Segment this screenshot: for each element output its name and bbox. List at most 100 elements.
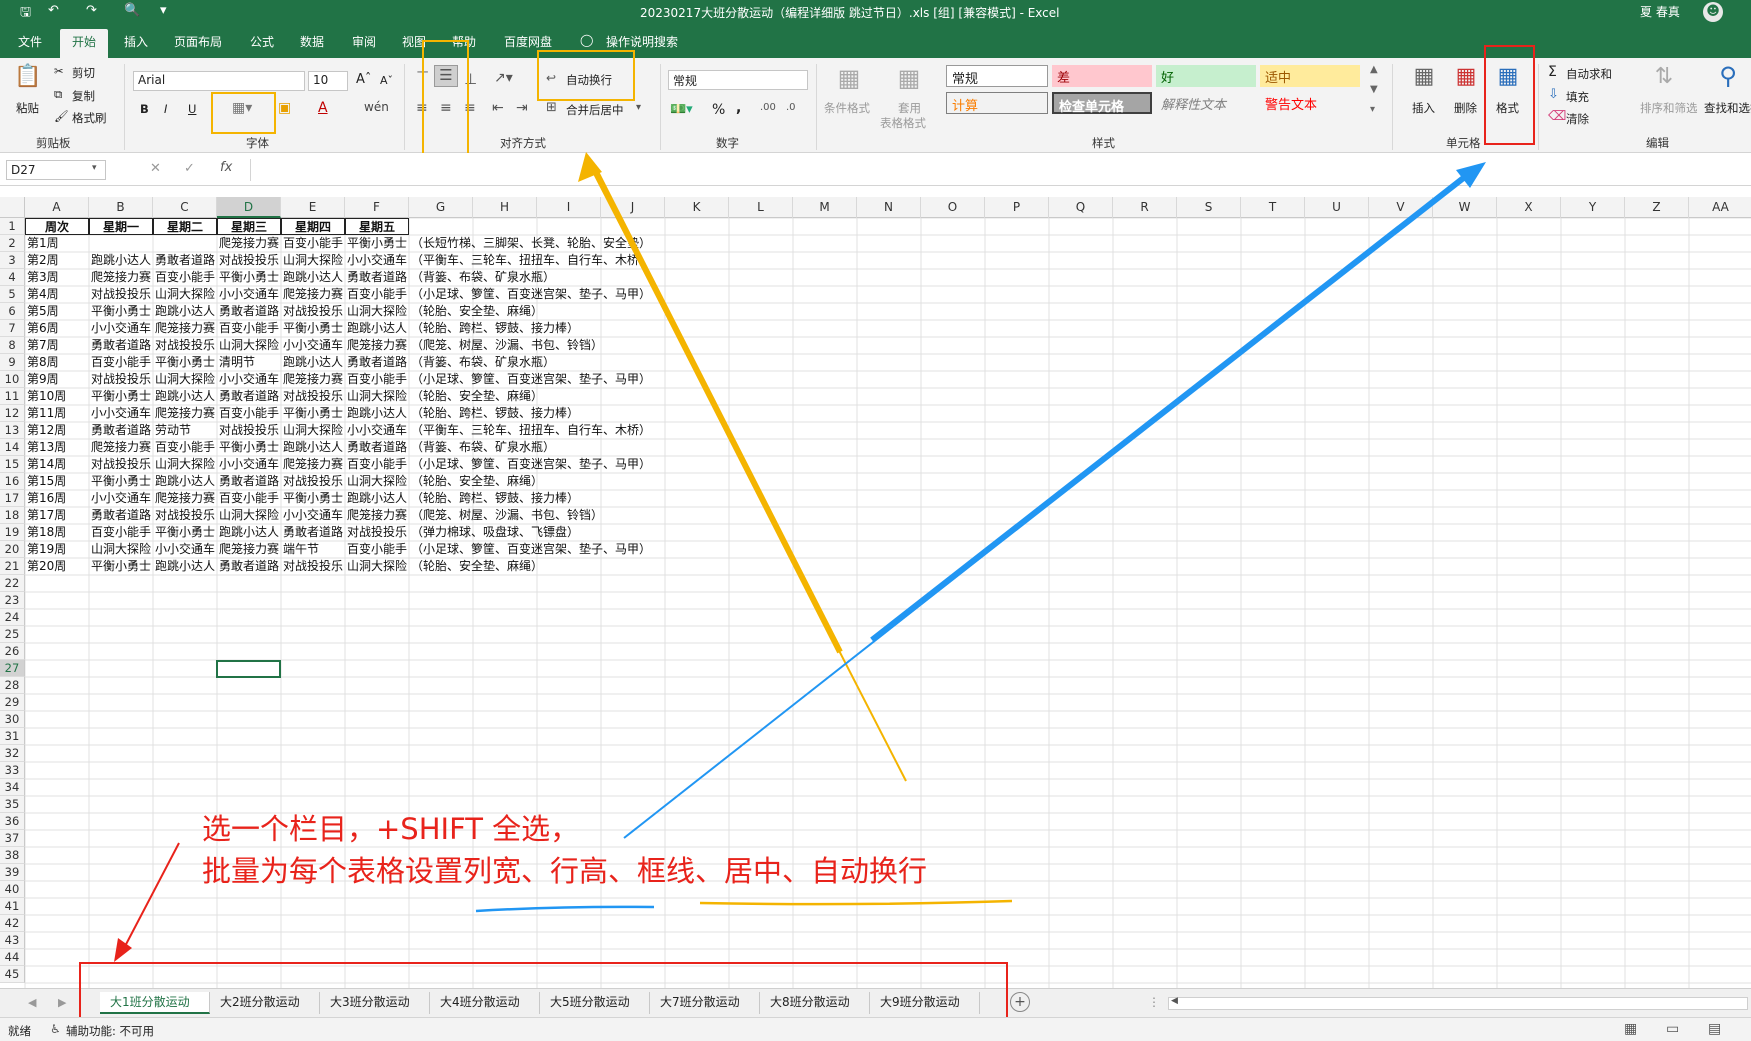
table-cell[interactable]: 小小交通车	[217, 286, 281, 303]
tab-view[interactable]: 视图	[402, 33, 426, 50]
table-cell[interactable]: 跑跳小达人	[281, 269, 345, 286]
customize-qat-icon[interactable]: ▾	[160, 3, 167, 21]
table-cell[interactable]: （爬笼、树屋、沙漏、书包、铃铛）	[409, 337, 809, 354]
style-neutral[interactable]: 适中	[1260, 65, 1360, 87]
table-cell[interactable]: 小小交通车	[89, 405, 153, 422]
table-cell[interactable]: 平衡小勇士	[281, 490, 345, 507]
align-center-icon[interactable]: ≡	[440, 100, 452, 116]
table-cell[interactable]: 爬笼接力赛	[345, 337, 409, 354]
table-cell[interactable]: （轮胎、跨栏、锣鼓、接力棒）	[409, 320, 809, 337]
conditional-format-button[interactable]: 条件格式	[824, 100, 870, 116]
table-cell[interactable]: 平衡小勇士	[89, 558, 153, 575]
row-header[interactable]: 11	[0, 388, 25, 405]
table-cell[interactable]: 第2周	[25, 252, 89, 269]
tab-formulas[interactable]: 公式	[250, 33, 274, 50]
table-cell[interactable]: （轮胎、安全垫、麻绳）	[409, 388, 809, 405]
user-name[interactable]: 夏 春真	[1640, 3, 1680, 20]
table-cell[interactable]: 对战投投乐	[89, 286, 153, 303]
table-cell[interactable]: 第20周	[25, 558, 89, 575]
sheet-tab[interactable]: 大5班分散运动	[540, 992, 650, 1014]
table-cell[interactable]: 山洞大探险	[153, 371, 217, 388]
table-cell[interactable]: （背篓、布袋、矿泉水瓶）	[409, 354, 809, 371]
align-right-icon[interactable]: ≡	[464, 100, 476, 116]
borders-icon[interactable]: ▦▾	[232, 100, 252, 116]
table-cell[interactable]: 爬笼接力赛	[281, 371, 345, 388]
table-cell[interactable]: （轮胎、安全垫、麻绳）	[409, 558, 809, 575]
row-header[interactable]: 23	[0, 592, 25, 609]
header-cell[interactable]: 星期二	[153, 218, 217, 235]
table-cell[interactable]: 平衡小勇士	[153, 354, 217, 371]
table-cell[interactable]: 第16周	[25, 490, 89, 507]
style-warning[interactable]: 警告文本	[1260, 92, 1360, 114]
table-cell[interactable]: 平衡小勇士	[89, 473, 153, 490]
table-cell[interactable]: 跑跳小达人	[153, 473, 217, 490]
column-header-n[interactable]: N	[857, 197, 921, 218]
format-painter-icon[interactable]: 🖌	[54, 109, 69, 123]
table-cell[interactable]: 第9周	[25, 371, 89, 388]
row-header[interactable]: 27	[0, 660, 25, 677]
tab-page-layout[interactable]: 页面布局	[174, 33, 222, 50]
column-header-k[interactable]: K	[665, 197, 729, 218]
table-cell[interactable]: 百变小能手	[345, 541, 409, 558]
row-header[interactable]: 4	[0, 269, 25, 286]
delete-cells-icon[interactable]: ▦	[1452, 64, 1480, 89]
insert-function-button[interactable]: fx	[220, 160, 232, 175]
fill-color-icon[interactable]: ▣	[278, 100, 291, 116]
wrap-text-icon[interactable]: ↩	[546, 71, 556, 85]
table-cell[interactable]: 平衡小勇士	[89, 388, 153, 405]
row-header[interactable]: 45	[0, 966, 25, 983]
row-header[interactable]: 26	[0, 643, 25, 660]
styles-scroll-up-icon[interactable]: ▲	[1370, 64, 1378, 75]
table-cell[interactable]: 第4周	[25, 286, 89, 303]
column-header-m[interactable]: M	[793, 197, 857, 218]
table-cell[interactable]: 跑跳小达人	[345, 490, 409, 507]
table-cell[interactable]: 平衡小勇士	[89, 303, 153, 320]
find-select-button[interactable]: 查找和选择	[1704, 100, 1751, 116]
format-as-table-button-line2[interactable]: 表格格式	[880, 115, 926, 131]
column-header-i[interactable]: I	[537, 197, 601, 218]
tab-baidu-netdisk[interactable]: 百度网盘	[504, 33, 552, 50]
name-box[interactable]: D27	[6, 160, 106, 180]
table-cell[interactable]: （小足球、箩筐、百变迷宫架、垫子、马甲）	[409, 371, 809, 388]
table-cell[interactable]: 山洞大探险	[345, 558, 409, 575]
merge-dropdown-icon[interactable]: ▾	[636, 102, 641, 113]
column-header-d[interactable]: D	[217, 197, 281, 218]
table-cell[interactable]: 跑跳小达人	[345, 405, 409, 422]
sheet-tab[interactable]: 大9班分散运动	[870, 992, 980, 1014]
styles-scroll-down-icon[interactable]: ▼	[1370, 84, 1378, 95]
table-cell[interactable]: 小小交通车	[153, 541, 217, 558]
merge-center-button[interactable]: 合并后居中	[566, 102, 624, 118]
enter-icon[interactable]: ✓	[184, 161, 195, 176]
increase-decimal-icon[interactable]: .00	[760, 102, 776, 113]
decrease-indent-icon[interactable]: ⇤	[492, 100, 504, 116]
shrink-font-icon[interactable]: Aˇ	[380, 74, 393, 87]
column-header-aa[interactable]: AA	[1689, 197, 1751, 218]
style-bad[interactable]: 差	[1052, 65, 1152, 87]
row-header[interactable]: 19	[0, 524, 25, 541]
table-cell[interactable]: 第18周	[25, 524, 89, 541]
select-all-corner[interactable]	[0, 197, 25, 218]
table-cell[interactable]: 平衡小勇士	[217, 269, 281, 286]
table-cell[interactable]: 对战投投乐	[153, 507, 217, 524]
column-header-r[interactable]: R	[1113, 197, 1177, 218]
table-cell[interactable]: 勇敢者道路	[89, 507, 153, 524]
table-cell[interactable]: 勇敢者道路	[281, 524, 345, 541]
table-cell[interactable]: 跑跳小达人	[281, 354, 345, 371]
row-header[interactable]: 35	[0, 796, 25, 813]
row-header[interactable]: 21	[0, 558, 25, 575]
paste-icon[interactable]: 📋	[14, 64, 42, 89]
format-cells-icon[interactable]: ▦	[1494, 64, 1522, 89]
tab-insert[interactable]: 插入	[124, 33, 148, 50]
tab-help[interactable]: 帮助	[452, 33, 476, 50]
column-header-s[interactable]: S	[1177, 197, 1241, 218]
row-header[interactable]: 22	[0, 575, 25, 592]
table-cell[interactable]: （轮胎、安全垫、麻绳）	[409, 303, 809, 320]
merge-center-icon[interactable]: ⊞	[546, 100, 557, 115]
row-header[interactable]: 31	[0, 728, 25, 745]
table-cell[interactable]: 第14周	[25, 456, 89, 473]
table-cell[interactable]: 平衡小勇士	[217, 439, 281, 456]
table-cell[interactable]: 对战投投乐	[217, 252, 281, 269]
table-cell[interactable]: 对战投投乐	[281, 303, 345, 320]
comma-button[interactable]: ,	[736, 100, 741, 116]
row-header[interactable]: 36	[0, 813, 25, 830]
